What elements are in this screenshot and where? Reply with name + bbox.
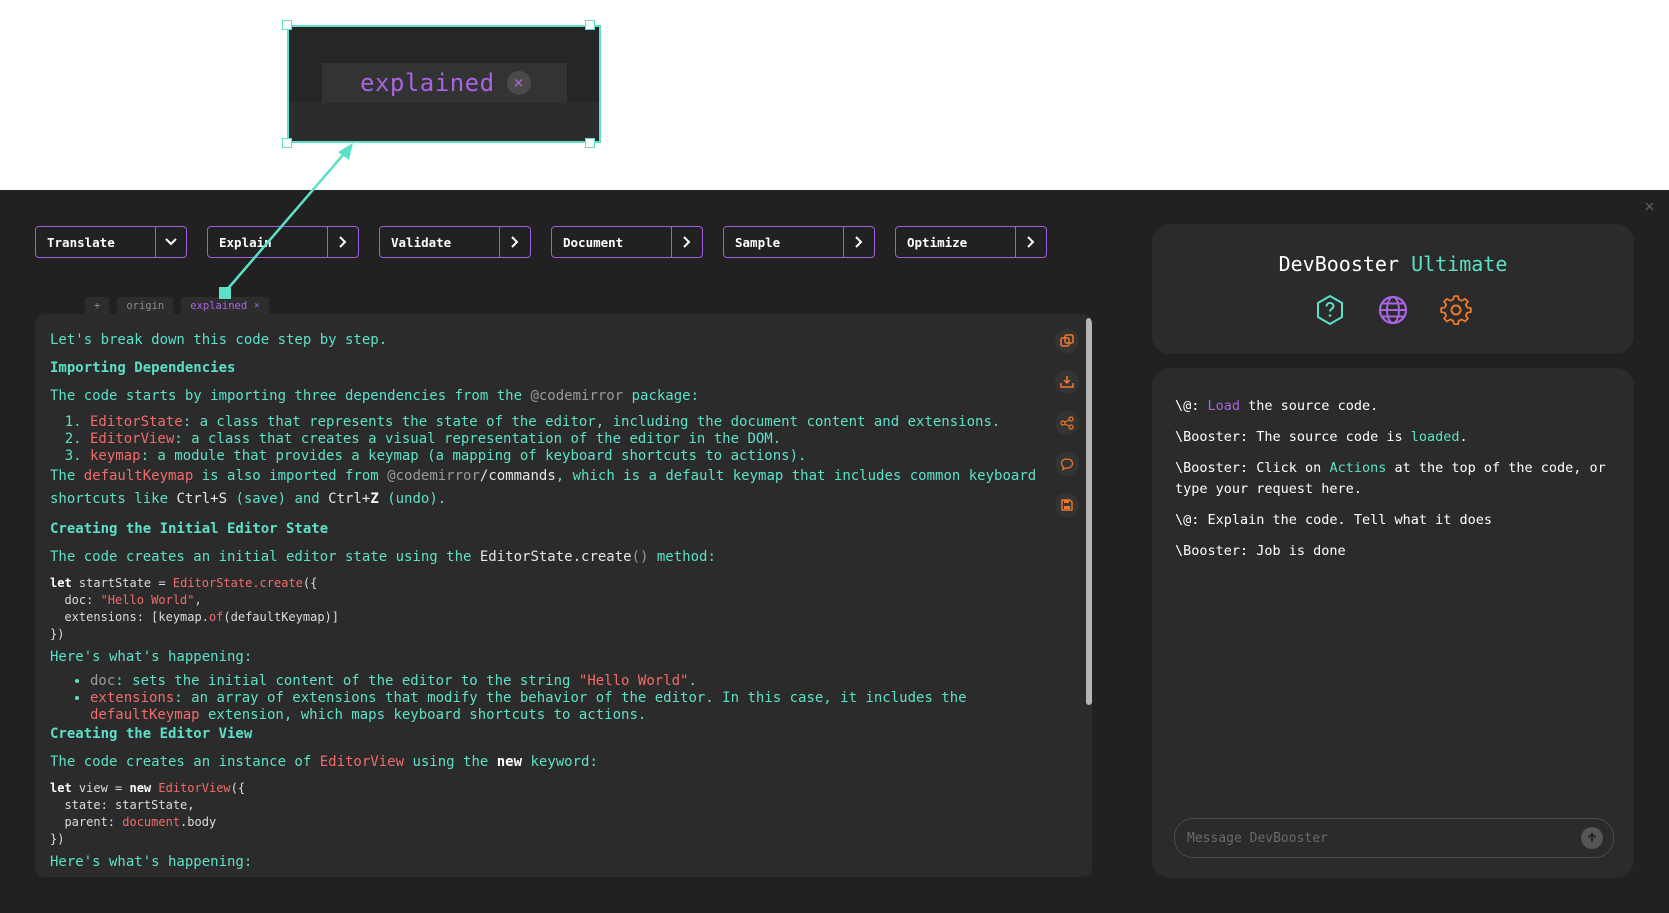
- intro: Let's break down this code step by step.: [50, 332, 388, 348]
- paragraph: The code creates an instance of EditorVi…: [50, 754, 598, 770]
- callout-close-icon: ×: [506, 71, 531, 95]
- dependency-list: EditorState: a class that represents the…: [50, 414, 1060, 465]
- tab-explained[interactable]: explained ×: [181, 297, 269, 314]
- tab-origin[interactable]: origin: [117, 297, 174, 314]
- load-link[interactable]: Load: [1208, 398, 1241, 414]
- list-item: extensions: an array of extensions that …: [90, 690, 1060, 724]
- chat-panel: \@: Load the source code. \Booster: The …: [1152, 368, 1634, 878]
- tab-add[interactable]: +: [85, 297, 110, 314]
- settings-icon[interactable]: [1440, 294, 1472, 326]
- message: \@: Load the source code.: [1175, 398, 1379, 414]
- add-icon[interactable]: +: [94, 300, 100, 312]
- chevron-right-icon[interactable]: [1015, 227, 1046, 257]
- message: \Booster: Job is done: [1175, 543, 1346, 559]
- action-bar: Translate Explain Validate Document Samp…: [35, 226, 1047, 258]
- action-label: Translate: [47, 234, 115, 250]
- brand-icons: [1152, 294, 1634, 326]
- paragraph: The code creates an initial editor state…: [50, 549, 716, 565]
- input-placeholder: Message DevBooster: [1187, 830, 1328, 846]
- heading: Importing Dependencies: [50, 360, 236, 376]
- tab-label: origin: [126, 299, 165, 312]
- brand-panel: DevBooster Ultimate: [1152, 224, 1634, 354]
- tab-bar: + origin explained ×: [85, 297, 269, 314]
- chevron-right-icon[interactable]: [499, 227, 530, 257]
- explanation-text: Let's break down this code step by step.…: [50, 330, 1060, 877]
- action-label: Document: [563, 234, 624, 250]
- action-optimize[interactable]: Optimize: [895, 226, 1047, 258]
- action-label: Validate: [391, 234, 452, 250]
- action-translate[interactable]: Translate: [35, 226, 187, 258]
- chevron-down-icon[interactable]: [155, 227, 186, 257]
- scrollbar-thumb[interactable]: [1086, 318, 1092, 705]
- code-block: let view = new EditorView({ state: start…: [50, 781, 246, 846]
- globe-icon[interactable]: [1377, 294, 1409, 326]
- comment-icon[interactable]: [1055, 452, 1079, 476]
- chevron-right-icon[interactable]: [843, 227, 874, 257]
- selection-handle: [282, 138, 292, 148]
- selection-handle: [585, 138, 595, 148]
- selection-handle: [282, 20, 292, 30]
- message: \Booster: Click on Actions at the top of…: [1175, 460, 1606, 497]
- arrowhead-icon: [338, 143, 353, 160]
- action-validate[interactable]: Validate: [379, 226, 531, 258]
- actions-link[interactable]: Actions: [1329, 460, 1386, 476]
- tab-label: explained: [190, 299, 248, 312]
- action-label: Optimize: [907, 234, 968, 250]
- scrollbar[interactable]: [1086, 314, 1092, 877]
- selection-handle: [585, 20, 595, 30]
- message: \Booster: The source code is loaded.: [1175, 429, 1468, 445]
- list-item: keymap: a module that provides a keymap …: [90, 448, 1060, 465]
- list-item: EditorState: a class that represents the…: [90, 414, 1060, 431]
- heading: Creating the Editor View: [50, 726, 253, 742]
- app-window: × Translate Explain Validate Document Sa…: [0, 190, 1669, 913]
- callout-tab-label: explained: [360, 69, 495, 97]
- send-icon[interactable]: [1581, 827, 1603, 849]
- message-input[interactable]: Message DevBooster: [1174, 818, 1614, 858]
- list-item: doc: sets the initial content of the edi…: [90, 673, 1060, 690]
- message-list: \@: Load the source code. \Booster: The …: [1175, 396, 1614, 572]
- help-icon[interactable]: [1314, 294, 1346, 326]
- download-icon[interactable]: [1055, 370, 1079, 394]
- callout-tab-explained: explained ×: [322, 63, 567, 103]
- subheading: Here's what's happening:: [50, 854, 253, 870]
- share-icon[interactable]: [1055, 411, 1079, 435]
- subheading: Here's what's happening:: [50, 649, 253, 665]
- explanation-panel: Let's break down this code step by step.…: [35, 314, 1092, 877]
- chevron-right-icon[interactable]: [327, 227, 358, 257]
- close-icon[interactable]: ×: [254, 301, 259, 311]
- paragraph: The code starts by importing three depen…: [50, 388, 700, 404]
- explanation-list: doc: sets the initial content of the edi…: [50, 673, 1060, 724]
- copy-icon[interactable]: [1055, 329, 1079, 353]
- side-toolbar: [1055, 329, 1079, 517]
- action-document[interactable]: Document: [551, 226, 703, 258]
- action-sample[interactable]: Sample: [723, 226, 875, 258]
- message: \@: Explain the code. Tell what it does: [1175, 512, 1492, 528]
- callout-bar: [289, 102, 599, 141]
- action-label: Sample: [735, 234, 781, 250]
- zoom-callout: explained ×: [287, 25, 601, 143]
- chevron-right-icon[interactable]: [671, 227, 702, 257]
- paragraph: The defaultKeymap is also imported from …: [50, 468, 1037, 507]
- list-item: EditorView: a class that creates a visua…: [90, 431, 1060, 448]
- action-label: Explain: [219, 234, 272, 250]
- heading: Creating the Initial Editor State: [50, 521, 329, 537]
- close-icon[interactable]: ×: [1644, 196, 1655, 217]
- code-block: let startState = EditorState.create({ do…: [50, 576, 339, 641]
- brand-title: DevBooster Ultimate: [1278, 252, 1508, 276]
- save-icon[interactable]: [1055, 493, 1079, 517]
- action-explain[interactable]: Explain: [207, 226, 359, 258]
